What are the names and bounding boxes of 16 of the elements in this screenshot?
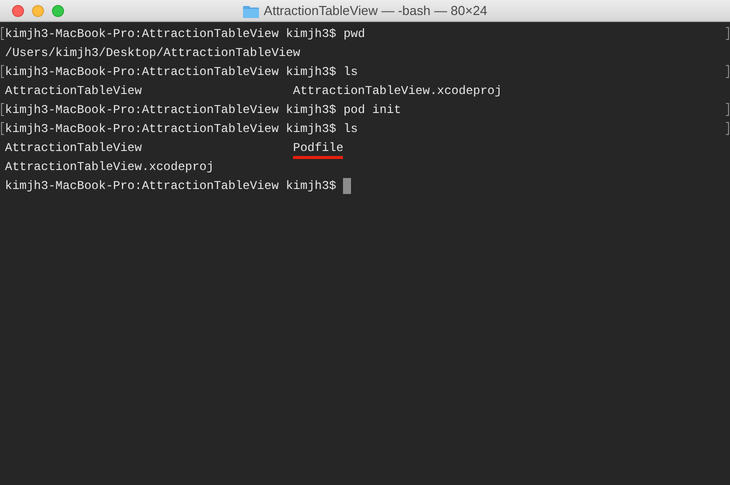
terminal-text: kimjh3-MacBook-Pro:AttractionTableView kimjh3$ pwd <box>5 26 366 40</box>
terminal-text: AttractionTableView.xcodeproj <box>293 84 502 98</box>
terminal-text: kimjh3-MacBook-Pro:AttractionTableView kimjh3$ <box>5 178 336 192</box>
window-title: AttractionTableView — -bash — 80×24 <box>264 2 488 20</box>
terminal-text: kimjh3-MacBook-Pro:AttractionTableView kimjh3$ ls <box>5 122 358 136</box>
terminal-text: /Users/kimjh3/Desktop/AttractionTableView <box>5 46 300 60</box>
minimize-button[interactable] <box>32 4 44 16</box>
terminal-text: kimjh3-MacBook-Pro:AttractionTableView kimjh3$ ls <box>5 64 358 78</box>
terminal-text: Podfile <box>293 140 344 158</box>
close-button[interactable] <box>12 4 24 16</box>
terminal-text: AttractionTableView <box>5 140 142 154</box>
terminal-text: kimjh3-MacBook-Pro:AttractionTableView kimjh3$ pod init <box>5 102 402 116</box>
folder-icon <box>242 4 259 18</box>
zoom-button[interactable] <box>52 4 64 16</box>
terminal-text: AttractionTableView.xcodeproj <box>5 160 214 174</box>
terminal-text: AttractionTableView <box>5 84 142 98</box>
